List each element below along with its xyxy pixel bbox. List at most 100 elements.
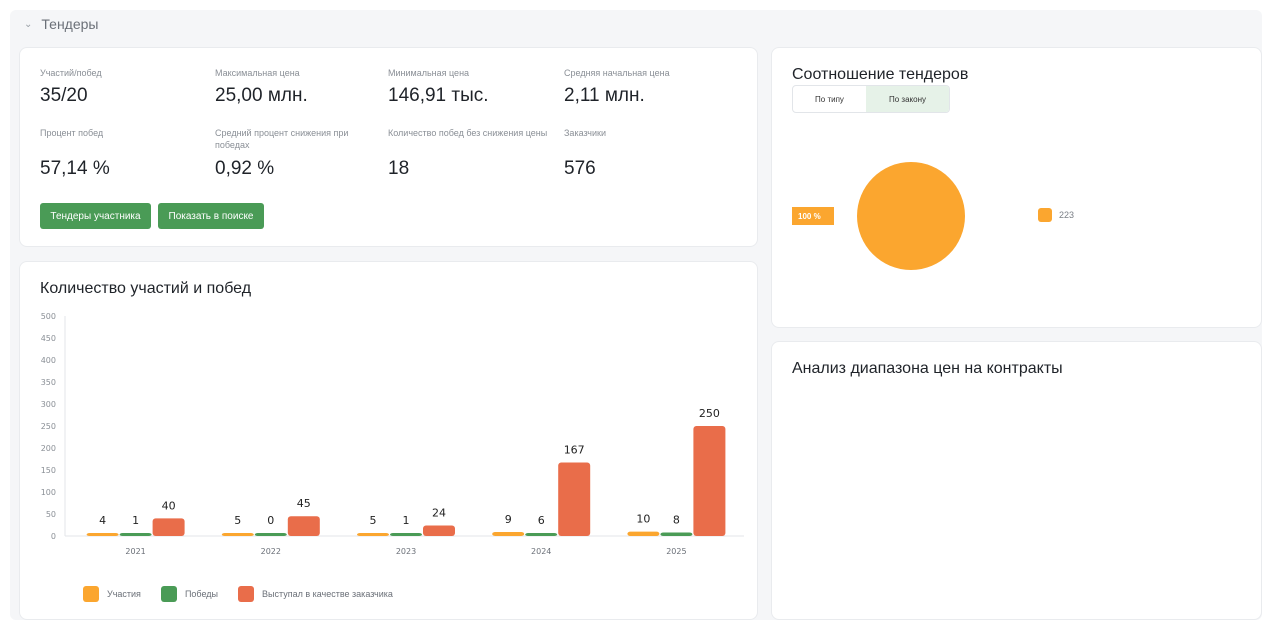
- show-in-search-button[interactable]: Показать в поиске: [158, 203, 264, 229]
- data-label: 8: [673, 513, 680, 526]
- legend-label: Выступал в качестве заказчика: [262, 589, 393, 599]
- bar[interactable]: [119, 533, 152, 536]
- data-label: 1: [403, 514, 410, 527]
- stat-min-price: Минимальная цена 146,91 тыс.: [388, 67, 489, 106]
- bar[interactable]: [525, 533, 558, 536]
- data-label: 6: [538, 514, 545, 527]
- data-label: 5: [234, 514, 241, 527]
- legend-swatch: [83, 586, 99, 602]
- price-range-title: Анализ диапазона цен на контракты: [792, 360, 1063, 377]
- stat-value: 2,11 млн.: [564, 85, 645, 106]
- bar[interactable]: [492, 532, 525, 536]
- data-label: 250: [699, 407, 720, 420]
- bar[interactable]: [357, 533, 389, 536]
- bar[interactable]: [221, 533, 254, 536]
- x-tick-label: 2024: [531, 547, 551, 556]
- chevron-down-icon[interactable]: ⌄: [24, 19, 32, 30]
- bar[interactable]: [390, 533, 422, 536]
- data-label: 5: [370, 514, 377, 527]
- data-label: 10: [636, 513, 650, 526]
- stat-label: Минимальная цена: [388, 68, 470, 78]
- ratio-toggle: По типу По закону: [792, 85, 950, 113]
- bar-chart: 0501001502002503003504004505004 14020215 0…: [41, 312, 744, 556]
- stat-label: Максимальная цена: [215, 68, 300, 78]
- stats-card: Участий/побед 35/20 Максимальная цена 25…: [19, 47, 758, 247]
- stat-value: 0,92 %: [215, 158, 275, 179]
- x-tick-label: 2023: [396, 547, 416, 556]
- data-label: 0: [267, 514, 274, 527]
- x-tick-label: 2022: [261, 547, 281, 556]
- legend-item-customer[interactable]: Выступал в качестве заказчика: [238, 586, 393, 602]
- y-tick-label: 250: [41, 422, 56, 431]
- bar[interactable]: [287, 516, 320, 536]
- data-label: 9: [505, 513, 512, 526]
- stat-value: 57,14 %: [40, 158, 110, 179]
- data-label: 40: [162, 499, 176, 512]
- data-label: 167: [564, 444, 585, 457]
- bar[interactable]: [86, 533, 119, 536]
- y-tick-label: 400: [41, 356, 56, 365]
- data-label: 24: [432, 506, 446, 519]
- ratio-title: Соотношение тендеров: [792, 66, 969, 83]
- x-tick-label: 2021: [125, 547, 145, 556]
- chart-legend: Участия Победы Выступал в качестве заказ…: [83, 586, 413, 602]
- x-tick-label: 2025: [666, 547, 686, 556]
- stat-avg-decrease: Средний процент снижения при победах 0,9…: [215, 127, 370, 179]
- stat-participations-wins: Участий/побед 35/20: [40, 67, 102, 106]
- bar[interactable]: [254, 533, 287, 536]
- stat-label: Заказчики: [564, 128, 606, 138]
- y-tick-label: 50: [46, 510, 56, 519]
- legend-swatch: [160, 586, 177, 602]
- y-tick-label: 300: [41, 400, 56, 409]
- legend-swatch: [1038, 208, 1052, 222]
- pie-legend-item[interactable]: 223: [1038, 208, 1074, 222]
- data-label: 1: [132, 514, 139, 527]
- stat-win-percent: Процент побед 57,14 %: [40, 127, 190, 179]
- y-tick-label: 100: [41, 488, 56, 497]
- section-header[interactable]: ⌄ Тендеры: [24, 14, 98, 34]
- y-tick-label: 150: [41, 466, 56, 475]
- stat-max-price: Максимальная цена 25,00 млн.: [215, 67, 308, 106]
- y-tick-label: 450: [41, 334, 56, 343]
- bar[interactable]: [423, 525, 455, 536]
- stat-label: Средняя начальная цена: [564, 68, 670, 78]
- legend-swatch: [238, 586, 254, 602]
- stat-label: Участий/побед: [40, 68, 102, 78]
- legend-item-participations[interactable]: Участия: [83, 586, 141, 602]
- stat-value: 18: [388, 158, 410, 179]
- percent-badge: 100 %: [792, 207, 834, 225]
- y-tick-label: 200: [41, 444, 56, 453]
- stat-label: Процент побед: [40, 128, 104, 138]
- legend-label: 223: [1059, 210, 1075, 220]
- legend-item-wins[interactable]: Победы: [160, 586, 218, 602]
- stat-wins-no-decrease: Количество побед без снижения цены 18: [388, 127, 548, 179]
- stat-value: 146,91 тыс.: [388, 85, 489, 106]
- stat-label: Средний процент снижения при победах: [215, 128, 349, 150]
- bar[interactable]: [558, 462, 591, 536]
- ratio-card: Соотношение тендеров По типу По закону 1…: [771, 47, 1262, 328]
- participant-tenders-button[interactable]: Тендеры участника: [40, 203, 151, 229]
- section-title: Тендеры: [41, 16, 99, 32]
- y-tick-label: 350: [41, 378, 56, 387]
- bar-chart-card: Количество участий и побед 0 50 100 150 200 2…: [19, 261, 758, 620]
- stat-label: Количество побед без снижения цены: [388, 128, 548, 138]
- y-tick-label: 0: [51, 532, 56, 541]
- y-tick-label: 500: [41, 312, 56, 321]
- legend-label: Победы: [184, 589, 218, 599]
- bar-chart-title: Количество участий и побед: [40, 280, 252, 297]
- pie-slice[interactable]: [857, 162, 965, 270]
- bar[interactable]: [627, 531, 660, 536]
- tab-by-law[interactable]: По закону: [866, 86, 949, 112]
- tab-by-type[interactable]: По типу: [793, 86, 866, 112]
- stat-avg-start-price: Средняя начальная цена 2,11 млн.: [564, 67, 670, 106]
- legend-label: Участия: [107, 589, 141, 599]
- bar[interactable]: [660, 532, 693, 536]
- stat-value: 25,00 млн.: [215, 85, 308, 106]
- bar[interactable]: [152, 518, 185, 536]
- bar[interactable]: [693, 426, 726, 536]
- data-label: 4: [99, 514, 106, 527]
- price-range-card: Анализ диапазона цен на контракты: [771, 341, 1262, 620]
- stat-value: 35/20: [40, 85, 88, 106]
- stat-value: 576: [564, 158, 596, 179]
- stat-customers: Заказчики 576: [564, 127, 714, 179]
